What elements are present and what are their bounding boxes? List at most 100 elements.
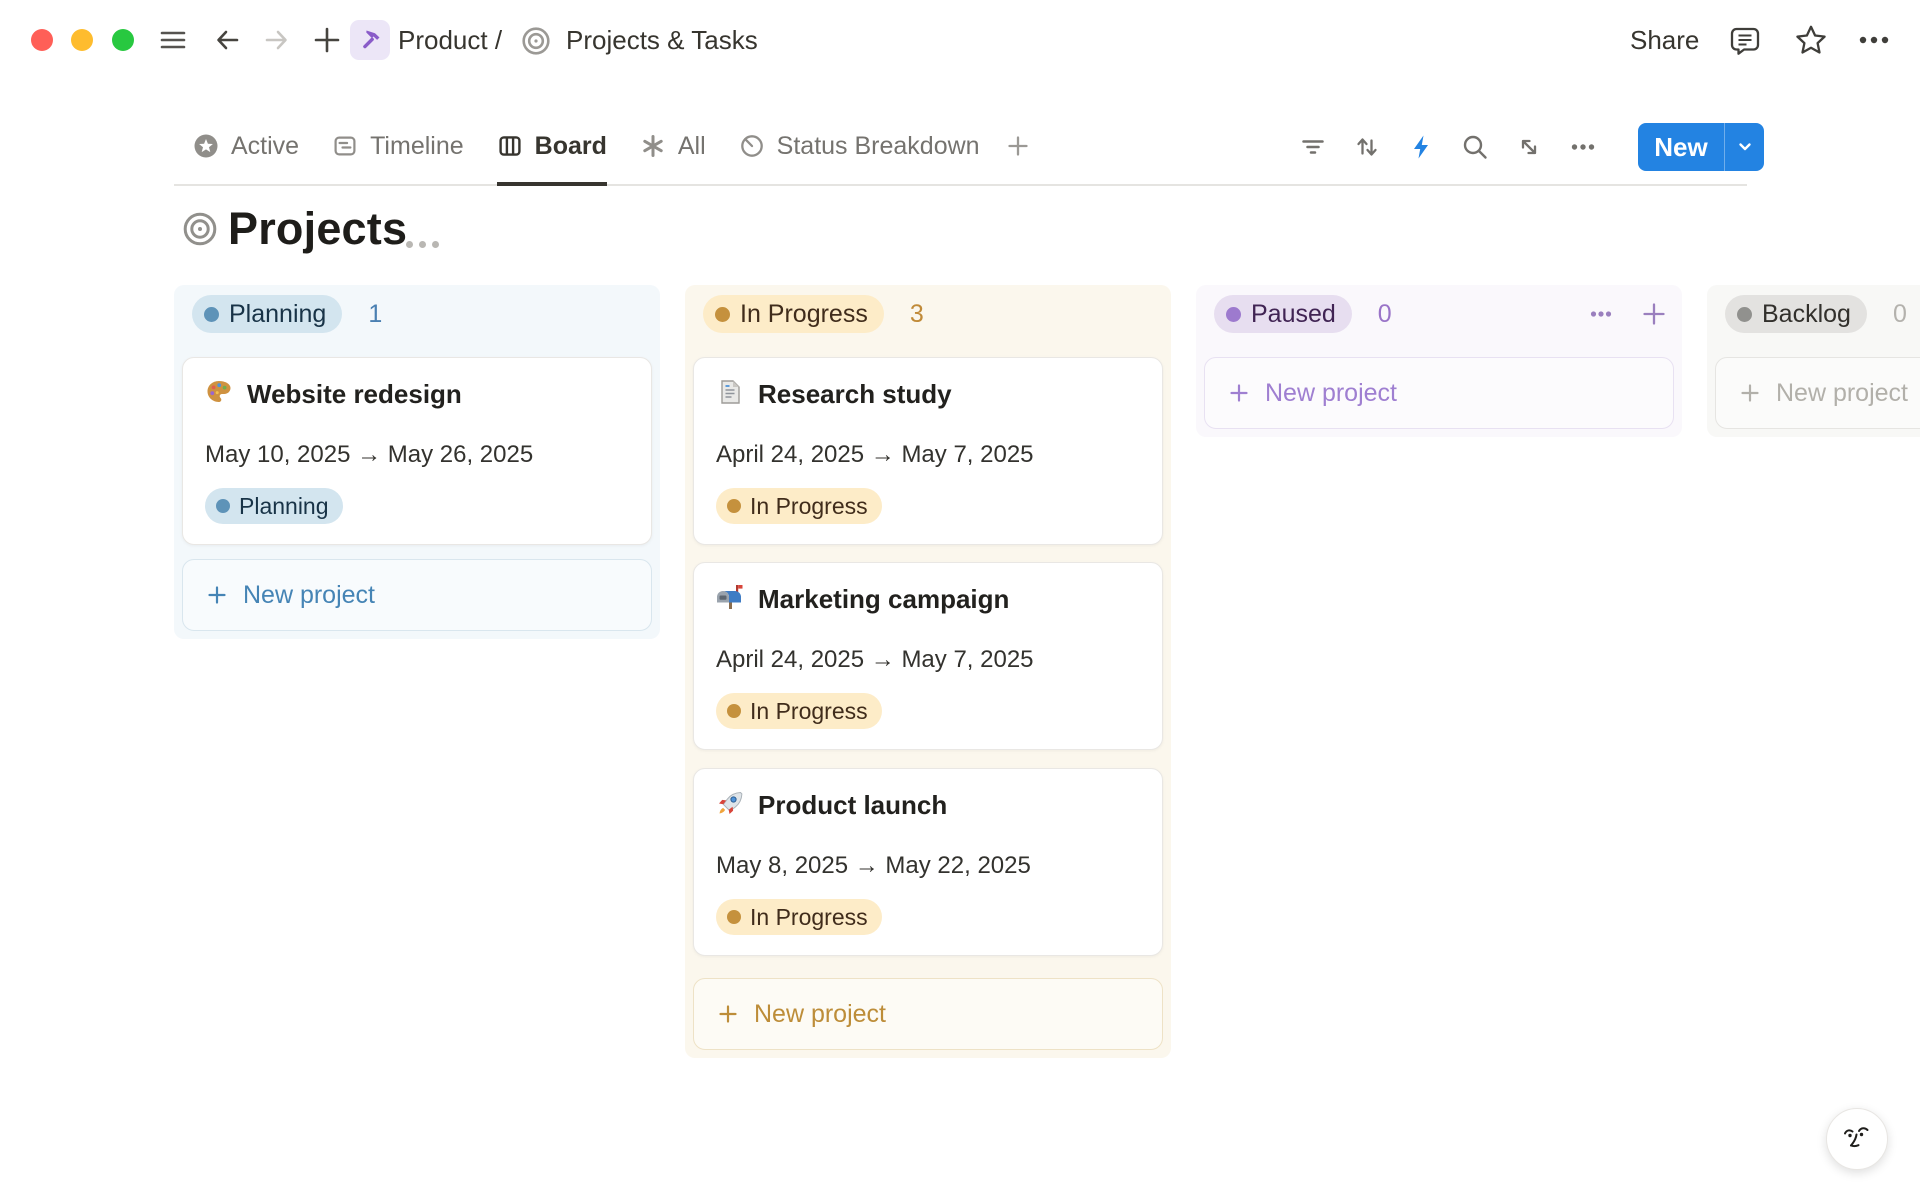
board-column-backlog: Backlog 0 New project — [1707, 285, 1920, 437]
group-pill[interactable]: Paused — [1214, 295, 1352, 333]
tab-timeline[interactable]: Timeline — [332, 110, 464, 186]
tab-active[interactable]: Active — [193, 110, 299, 186]
page-title[interactable]: Projects — [228, 203, 407, 255]
new-project-label: New project — [1776, 379, 1908, 408]
board-column-paused: Paused 0 New project — [1196, 285, 1682, 437]
tab-status-breakdown[interactable]: Status Breakdown — [739, 110, 980, 186]
teamspace-icon[interactable] — [350, 20, 390, 60]
automations-bolt-icon[interactable] — [1406, 132, 1436, 162]
new-project-button-backlog[interactable]: New project — [1715, 357, 1920, 429]
sort-icon[interactable] — [1352, 132, 1382, 162]
column-header[interactable]: Paused 0 — [1214, 295, 1668, 333]
add-view-button[interactable] — [1005, 110, 1031, 186]
close-button[interactable] — [31, 29, 53, 51]
column-header[interactable]: In Progress 3 — [703, 295, 1157, 333]
expand-icon[interactable] — [1514, 132, 1544, 162]
tab-label: Board — [535, 132, 607, 161]
plus-icon — [1005, 133, 1031, 159]
comments-icon[interactable] — [1729, 24, 1761, 56]
view-tabs: Active Timeline Board All Status Breakdo… — [193, 110, 1031, 186]
tab-label: Timeline — [370, 132, 464, 161]
back-arrow-icon[interactable] — [212, 25, 242, 55]
star-circle-icon — [193, 133, 219, 159]
view-more-icon[interactable] — [1568, 132, 1598, 162]
notion-window: Product / Projects & Tasks Share Active … — [0, 0, 1920, 1200]
ai-face-icon — [1839, 1121, 1875, 1157]
group-pill[interactable]: In Progress — [703, 295, 884, 333]
card-title: Research study — [758, 379, 952, 410]
plus-icon — [716, 1002, 740, 1026]
card-dates: April 24, 2025 → May 7, 2025 — [716, 646, 1034, 674]
column-header[interactable]: Backlog 0 — [1725, 295, 1920, 333]
timeline-icon — [332, 133, 358, 159]
tab-board[interactable]: Board — [497, 110, 607, 186]
status-dot — [727, 910, 741, 924]
favorite-star-icon[interactable] — [1794, 23, 1828, 57]
page-title-options-icon[interactable] — [406, 241, 439, 248]
breadcrumb-page[interactable]: Projects & Tasks — [566, 0, 758, 80]
minimize-button[interactable] — [71, 29, 93, 51]
status-badge: In Progress — [716, 899, 882, 935]
tab-all[interactable]: All — [640, 110, 706, 186]
sidebar-menu-icon[interactable] — [158, 25, 188, 55]
new-project-button-planning[interactable]: New project — [182, 559, 652, 631]
project-card-research-study[interactable]: Research study April 24, 2025 → May 7, 2… — [693, 357, 1163, 545]
zoom-button[interactable] — [112, 29, 134, 51]
status-label: In Progress — [750, 698, 868, 725]
column-more-icon[interactable] — [1586, 299, 1616, 329]
status-badge: In Progress — [716, 488, 882, 524]
board-column-in-progress: In Progress 3 Research study April 24, 2… — [685, 285, 1171, 1058]
status-label: Planning — [239, 493, 329, 520]
breadcrumb-team[interactable]: Product / — [398, 0, 502, 80]
chevron-down-icon — [1736, 138, 1754, 156]
group-name: Paused — [1251, 300, 1336, 329]
rocket-emoji — [716, 789, 744, 817]
notion-ai-button[interactable] — [1826, 1108, 1888, 1170]
status-dot — [1226, 307, 1241, 322]
board-icon — [497, 133, 523, 159]
asterisk-icon — [640, 133, 666, 159]
page-bullseye-icon — [182, 211, 218, 247]
forward-arrow-icon[interactable] — [262, 25, 292, 55]
pie-chart-icon — [739, 133, 765, 159]
tab-label: All — [678, 132, 706, 161]
search-icon[interactable] — [1460, 132, 1490, 162]
status-dot — [727, 499, 741, 513]
group-count: 0 — [1893, 300, 1907, 329]
plus-icon — [1227, 381, 1251, 405]
status-dot — [1737, 307, 1752, 322]
column-header[interactable]: Planning 1 — [192, 295, 646, 333]
card-title: Marketing campaign — [758, 584, 1009, 615]
group-pill[interactable]: Backlog — [1725, 295, 1867, 333]
new-project-label: New project — [1265, 379, 1397, 408]
filter-icon[interactable] — [1298, 132, 1328, 162]
card-dates: May 10, 2025 → May 26, 2025 — [205, 441, 533, 469]
new-page-plus-icon[interactable] — [312, 25, 342, 55]
project-card-marketing-campaign[interactable]: Marketing campaign April 24, 2025 → May … — [693, 562, 1163, 750]
card-dates: April 24, 2025 → May 7, 2025 — [716, 441, 1034, 469]
new-button[interactable]: New — [1638, 132, 1724, 163]
share-button[interactable]: Share — [1630, 0, 1699, 80]
group-count: 0 — [1378, 300, 1392, 329]
status-dot — [715, 307, 730, 322]
project-card-product-launch[interactable]: Product launch May 8, 2025 → May 22, 202… — [693, 768, 1163, 956]
new-project-label: New project — [243, 581, 375, 610]
project-card-website-redesign[interactable]: Website redesign May 10, 2025 → May 26, … — [182, 357, 652, 545]
tab-label: Status Breakdown — [777, 132, 980, 161]
group-pill[interactable]: Planning — [192, 295, 342, 333]
status-label: In Progress — [750, 493, 868, 520]
status-badge: In Progress — [716, 693, 882, 729]
card-title: Website redesign — [247, 379, 462, 410]
new-project-button-paused[interactable]: New project — [1204, 357, 1674, 429]
status-badge: Planning — [205, 488, 343, 524]
more-options-icon[interactable] — [1857, 35, 1891, 45]
document-emoji — [716, 378, 744, 406]
group-name: Planning — [229, 300, 326, 329]
new-project-button-in-progress[interactable]: New project — [693, 978, 1163, 1050]
new-dropdown-button[interactable] — [1725, 138, 1764, 156]
status-dot — [204, 307, 219, 322]
board-column-planning: Planning 1 Website redesign May 10, 2025… — [174, 285, 660, 639]
view-actions: New — [1298, 110, 1764, 184]
column-add-icon[interactable] — [1640, 300, 1668, 328]
status-dot — [727, 704, 741, 718]
